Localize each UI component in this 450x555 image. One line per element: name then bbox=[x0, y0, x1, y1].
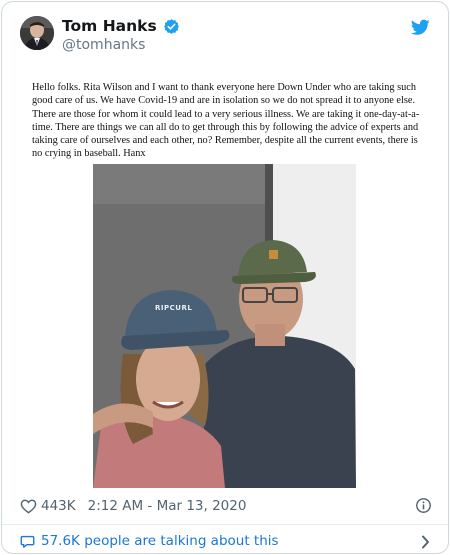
like-count[interactable]: 443K bbox=[41, 498, 76, 514]
info-circle-icon[interactable] bbox=[415, 497, 432, 514]
author-name-row: Tom Hanks bbox=[62, 17, 180, 35]
footer-divider bbox=[2, 524, 448, 525]
verified-badge-icon bbox=[163, 18, 180, 35]
heart-outline-icon[interactable] bbox=[20, 498, 37, 514]
tweet-photo[interactable]: RIPCURL bbox=[93, 164, 356, 488]
people-talking-link[interactable]: 57.6K people are talking about this bbox=[41, 533, 279, 549]
author-handle[interactable]: @tomhanks bbox=[62, 37, 145, 53]
tweet-meta-row: 443K 2:12 AM - Mar 13, 2020 bbox=[20, 496, 432, 516]
tweet-body-text: Hello folks. Rita Wilson and I want to t… bbox=[32, 82, 420, 160]
tweet-timestamp[interactable]: 2:12 AM - Mar 13, 2020 bbox=[88, 498, 247, 514]
author-display-name[interactable]: Tom Hanks bbox=[62, 17, 157, 35]
tweet-header: Tom Hanks @tomhanks bbox=[2, 2, 448, 66]
speech-bubble-icon bbox=[20, 534, 35, 549]
tweet-card: Tom Hanks @tomhanks Hello folks. Rita Wi… bbox=[1, 1, 449, 554]
chevron-right-icon[interactable] bbox=[421, 534, 430, 549]
author-avatar[interactable] bbox=[20, 16, 54, 50]
twitter-bird-icon[interactable] bbox=[411, 19, 430, 36]
cap-brand-text: RIPCURL bbox=[155, 304, 193, 312]
tweet-footer[interactable]: 57.6K people are talking about this bbox=[20, 531, 432, 551]
